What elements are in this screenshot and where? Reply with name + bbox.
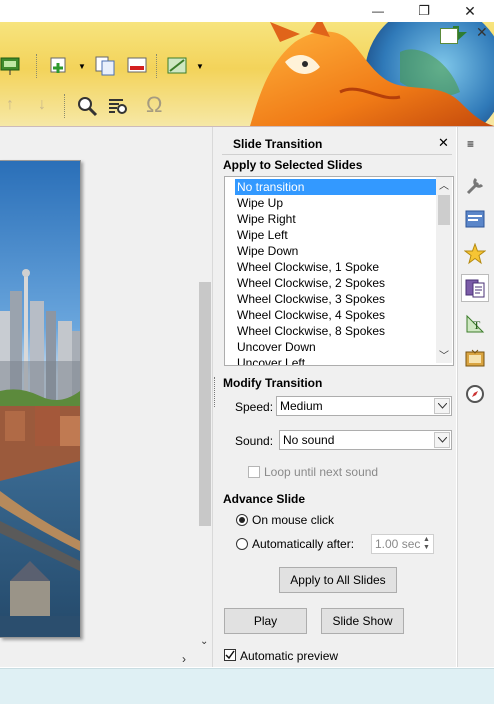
sound-label: Sound: <box>235 434 274 448</box>
list-item[interactable]: Wheel Clockwise, 8 Spokes <box>235 323 439 339</box>
apply-all-label: Apply to All Slides <box>290 573 386 587</box>
auto-time-value: 1.00 sec <box>375 537 421 551</box>
styles-icon[interactable]: T <box>461 310 489 338</box>
toolbar-separator <box>36 54 38 78</box>
slideshow-label: Slide Show <box>332 614 393 628</box>
on-click-label: On mouse click <box>252 513 335 527</box>
modify-heading: Modify Transition <box>223 376 323 390</box>
pin-icon[interactable]: ✕ <box>476 24 488 41</box>
spinner-arrows-icon[interactable]: ▲ ▼ <box>421 536 432 552</box>
apply-all-button[interactable]: Apply to All Slides <box>279 567 397 593</box>
close-panel-button[interactable]: ✕ <box>438 135 449 151</box>
auto-preview-checkbox[interactable] <box>224 649 236 661</box>
restore-button[interactable]: ❐ <box>404 0 444 22</box>
slide-image[interactable] <box>0 160 81 638</box>
panel-title: Slide Transition <box>233 137 323 151</box>
auto-time-spinner[interactable]: 1.00 sec ▲ ▼ <box>371 534 434 554</box>
title-bar: — ❐ ✕ <box>0 0 494 24</box>
slide-design-icon[interactable] <box>461 205 489 233</box>
toolbar-separator <box>156 54 158 78</box>
checkmark-icon <box>225 650 235 660</box>
play-label: Play <box>253 614 278 628</box>
scroll-down-icon[interactable]: ⌄ <box>200 636 208 647</box>
download-icon[interactable] <box>440 28 458 44</box>
sidebar-menu-icon[interactable]: ≡ <box>467 137 474 151</box>
transition-list[interactable]: No transition Wipe Up Wipe Right Wipe Le… <box>224 176 454 366</box>
loop-label: Loop until next sound <box>264 465 379 479</box>
list-item[interactable]: Uncover Down <box>235 339 439 355</box>
duplicate-slide-icon[interactable] <box>94 55 116 77</box>
new-slide-icon[interactable] <box>48 55 70 77</box>
minimize-icon: — <box>372 4 384 18</box>
chevron-down-icon[interactable] <box>434 398 450 414</box>
list-item[interactable]: Wheel Clockwise, 2 Spokes <box>235 275 439 291</box>
list-scroll-thumb[interactable] <box>438 195 450 225</box>
auto-radio[interactable] <box>236 538 248 550</box>
minimize-button[interactable]: — <box>358 0 398 22</box>
toolbar-separator <box>64 94 66 118</box>
list-item[interactable]: Wipe Up <box>235 195 439 211</box>
apply-heading: Apply to Selected Slides <box>223 158 363 172</box>
scroll-down-icon[interactable]: ﹀ <box>439 347 449 362</box>
slide-show-icon[interactable] <box>0 55 22 77</box>
sound-value: No sound <box>283 433 335 447</box>
speed-select[interactable]: Medium <box>276 396 452 416</box>
sydney-photo <box>0 161 80 637</box>
vertical-scrollbar-thumb[interactable] <box>199 282 211 526</box>
move-down-icon[interactable]: ↓ <box>38 96 46 114</box>
svg-text:T: T <box>473 318 481 332</box>
status-bar <box>0 668 494 705</box>
properties-icon[interactable] <box>461 172 489 200</box>
horizontal-scrollbar[interactable]: › <box>0 652 212 667</box>
on-click-radio[interactable] <box>236 514 248 526</box>
close-icon: ✕ <box>438 135 449 150</box>
zoom-icon[interactable] <box>76 95 98 117</box>
auto-preview-label: Automatic preview <box>240 649 339 663</box>
list-item[interactable]: Wipe Right <box>235 211 439 227</box>
window-bottom-edge <box>0 704 494 710</box>
delete-slide-icon[interactable] <box>126 55 148 77</box>
slide-transition-icon[interactable] <box>461 274 489 302</box>
panel-header-divider <box>222 154 452 155</box>
advance-heading: Advance Slide <box>223 492 306 506</box>
slide-layout-dropdown-icon[interactable]: ▼ <box>196 62 204 71</box>
close-icon: ✕ <box>464 2 476 19</box>
find-replace-icon[interactable] <box>107 95 129 117</box>
list-item[interactable]: No transition <box>235 179 439 195</box>
navigator-icon[interactable] <box>461 380 489 408</box>
scroll-up-icon[interactable]: ︿ <box>439 177 449 192</box>
list-item[interactable]: Wheel Clockwise, 3 Spokes <box>235 291 439 307</box>
scroll-right-icon[interactable]: › <box>182 652 186 666</box>
list-item[interactable]: Wipe Left <box>235 227 439 243</box>
restore-icon: ❐ <box>418 3 430 18</box>
slide-layout-icon[interactable] <box>166 55 188 77</box>
move-up-icon[interactable]: ↑ <box>6 96 14 114</box>
auto-label: Automatically after: <box>252 537 355 551</box>
loop-checkbox[interactable] <box>248 466 260 478</box>
sound-select[interactable]: No sound <box>279 430 452 450</box>
close-window-button[interactable]: ✕ <box>450 0 490 22</box>
list-item[interactable]: Wipe Down <box>235 243 439 259</box>
gallery-icon[interactable] <box>461 344 489 372</box>
speed-value: Medium <box>280 399 323 413</box>
chevron-down-icon[interactable] <box>434 432 450 448</box>
list-item[interactable]: Wheel Clockwise, 4 Spokes <box>235 307 439 323</box>
splitter-grip <box>214 377 217 407</box>
speed-label: Speed: <box>235 400 274 414</box>
custom-animation-icon[interactable] <box>461 240 489 268</box>
slideshow-button[interactable]: Slide Show <box>321 608 404 634</box>
list-item[interactable]: Wheel Clockwise, 1 Spoke <box>235 259 439 275</box>
toolbar: ▼ ▼ ↑ ↓ Ω ✕ <box>0 22 494 127</box>
special-character-icon[interactable]: Ω <box>146 92 162 118</box>
play-button[interactable]: Play <box>224 608 307 634</box>
list-item[interactable]: Uncover Left <box>235 355 439 365</box>
transition-list-scrollbar[interactable]: ︿ ﹀ <box>436 177 452 363</box>
new-slide-dropdown-icon[interactable]: ▼ <box>78 62 86 71</box>
